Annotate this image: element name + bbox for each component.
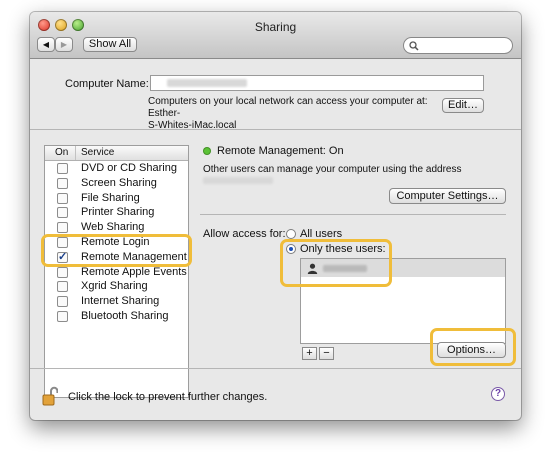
service-row[interactable]: Printer Sharing <box>45 205 188 220</box>
bottom-divider <box>30 368 521 369</box>
back-button[interactable]: ◀ <box>37 37 55 52</box>
help-icon: ? <box>494 388 502 399</box>
forward-arrow-icon: ▶ <box>60 40 68 49</box>
service-checkbox[interactable] <box>57 192 68 204</box>
sharing-window: Sharing ◀ ▶ Show All Computer Name: Comp… <box>30 12 521 420</box>
help-button[interactable]: ? <box>491 387 505 401</box>
column-header-on: On <box>55 147 69 158</box>
all-users-radio[interactable] <box>286 229 296 239</box>
service-list: On Service DVD or CD Sharing Screen Shari… <box>44 145 189 398</box>
status-indicator <box>203 147 211 155</box>
section-divider <box>30 129 521 130</box>
remove-user-button[interactable]: − <box>319 347 334 360</box>
service-checkbox[interactable] <box>57 177 68 189</box>
column-header-service: Service <box>81 147 115 158</box>
search-icon <box>409 41 419 51</box>
service-name: Printer Sharing <box>81 206 155 219</box>
window-title: Sharing <box>254 20 297 34</box>
address-redacted <box>203 177 273 184</box>
computer-name-description-line2: S-Whites-iMac.local <box>148 120 237 131</box>
search-field[interactable] <box>403 37 513 54</box>
status-description: Other users can manage your computer usi… <box>203 164 462 175</box>
computer-name-field[interactable] <box>150 75 484 91</box>
service-row[interactable]: Xgrid Sharing <box>45 279 188 294</box>
service-checkbox[interactable] <box>57 207 68 219</box>
back-arrow-icon: ◀ <box>42 40 50 49</box>
service-name: File Sharing <box>81 191 140 204</box>
add-user-button[interactable]: + <box>302 347 317 360</box>
lock-message: Click the lock to prevent further change… <box>68 391 268 403</box>
highlight-only-these-users <box>280 239 392 287</box>
forward-button[interactable]: ▶ <box>55 37 73 52</box>
computer-name-description-line1: Computers on your local network can acce… <box>148 96 428 119</box>
status-title: Remote Management: On <box>217 145 344 157</box>
service-name: Xgrid Sharing <box>81 280 148 293</box>
show-all-button[interactable]: Show All <box>83 37 137 52</box>
service-row[interactable]: Bluetooth Sharing <box>45 309 188 324</box>
edit-button[interactable]: Edit… <box>442 98 484 113</box>
service-name: Screen Sharing <box>81 176 157 189</box>
service-list-header: On Service <box>45 146 188 161</box>
service-checkbox[interactable] <box>57 310 68 322</box>
service-row[interactable]: DVD or CD Sharing <box>45 161 188 176</box>
access-divider <box>200 214 506 215</box>
service-row[interactable]: File Sharing <box>45 191 188 206</box>
computer-settings-button[interactable]: Computer Settings… <box>389 188 506 204</box>
column-divider <box>75 146 76 160</box>
service-name: Bluetooth Sharing <box>81 309 169 322</box>
service-checkbox[interactable] <box>57 266 68 278</box>
lock-icon[interactable] <box>42 386 58 406</box>
title-bar: Sharing ◀ ▶ Show All <box>30 12 521 59</box>
service-name: Remote Apple Events <box>81 265 187 278</box>
highlight-options-button <box>430 328 516 366</box>
service-checkbox[interactable] <box>57 163 68 174</box>
computer-name-label: Computer Name: <box>65 78 149 90</box>
service-name: Web Sharing <box>81 221 145 234</box>
highlight-remote-management <box>41 234 192 267</box>
service-checkbox[interactable] <box>57 281 68 293</box>
computer-name-description: Computers on your local network can acce… <box>148 96 448 132</box>
service-row[interactable]: Screen Sharing <box>45 176 188 191</box>
allow-access-label: Allow access for: <box>203 228 286 240</box>
service-name: Internet Sharing <box>81 295 160 308</box>
computer-name-value-redacted <box>167 79 247 87</box>
service-checkbox[interactable] <box>57 296 68 308</box>
service-checkbox[interactable] <box>57 222 68 234</box>
service-row[interactable]: Web Sharing <box>45 220 188 235</box>
service-name: DVD or CD Sharing <box>81 162 177 174</box>
service-row[interactable]: Internet Sharing <box>45 294 188 309</box>
